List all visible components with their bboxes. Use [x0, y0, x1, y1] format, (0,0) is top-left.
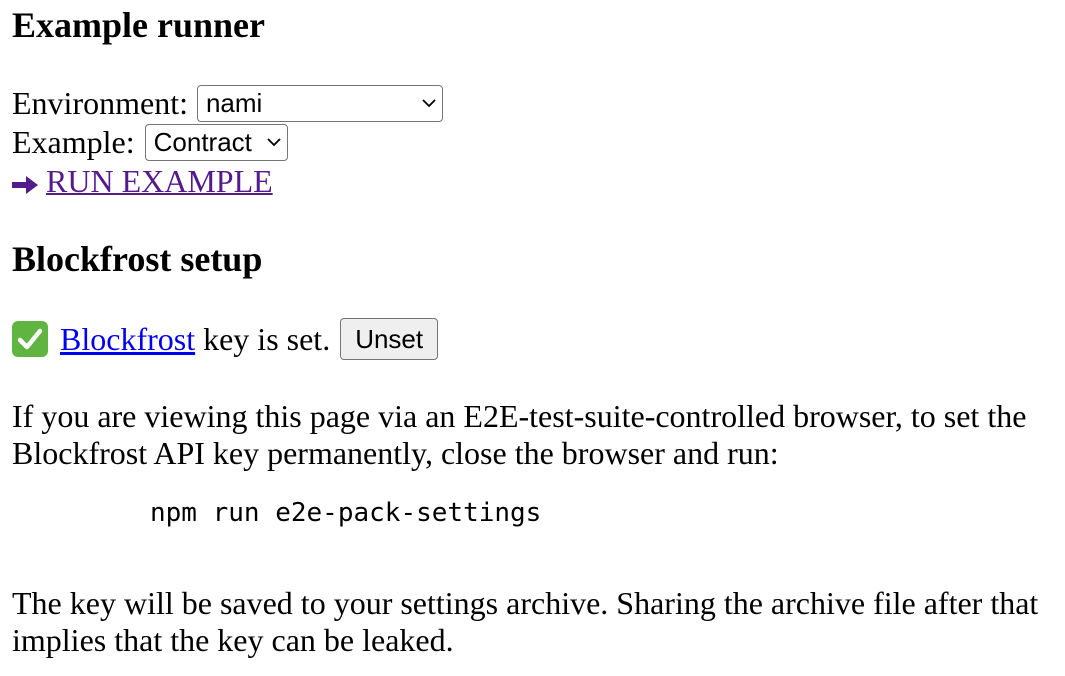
chevron-down-icon [422, 96, 436, 110]
run-example-row: RUN EXAMPLE [12, 162, 273, 200]
check-mark-icon [12, 321, 48, 357]
environment-row: Environment: nami [12, 84, 443, 122]
environment-label: Environment: [12, 85, 188, 121]
environment-select[interactable]: nami [196, 84, 443, 122]
example-select[interactable]: Contract [144, 123, 288, 161]
blockfrost-setup-heading: Blockfrost setup [12, 239, 263, 279]
key-status-text: key is set. [195, 321, 331, 357]
run-example-label: RUN EXAMPLE [46, 163, 273, 199]
chevron-down-icon [266, 135, 281, 149]
example-select-value: Contract [153, 127, 252, 157]
warning-text: The key will be saved to your settings a… [12, 585, 1039, 658]
environment-select-value: nami [205, 88, 263, 118]
example-label: Example: [12, 124, 135, 160]
right-arrow-icon [12, 175, 38, 195]
run-example-link[interactable]: RUN EXAMPLE [12, 162, 273, 200]
key-status-row: Blockfrost key is set. Unset [12, 318, 439, 360]
instructions-text: If you are viewing this page via an E2E-… [12, 398, 1027, 471]
command-snippet: npm run e2e-pack-settings [150, 498, 542, 528]
example-row: Example: Contract [12, 123, 288, 161]
blockfrost-link[interactable]: Blockfrost [60, 320, 195, 358]
unset-button[interactable]: Unset [340, 318, 439, 360]
example-runner-heading: Example runner [12, 5, 266, 45]
